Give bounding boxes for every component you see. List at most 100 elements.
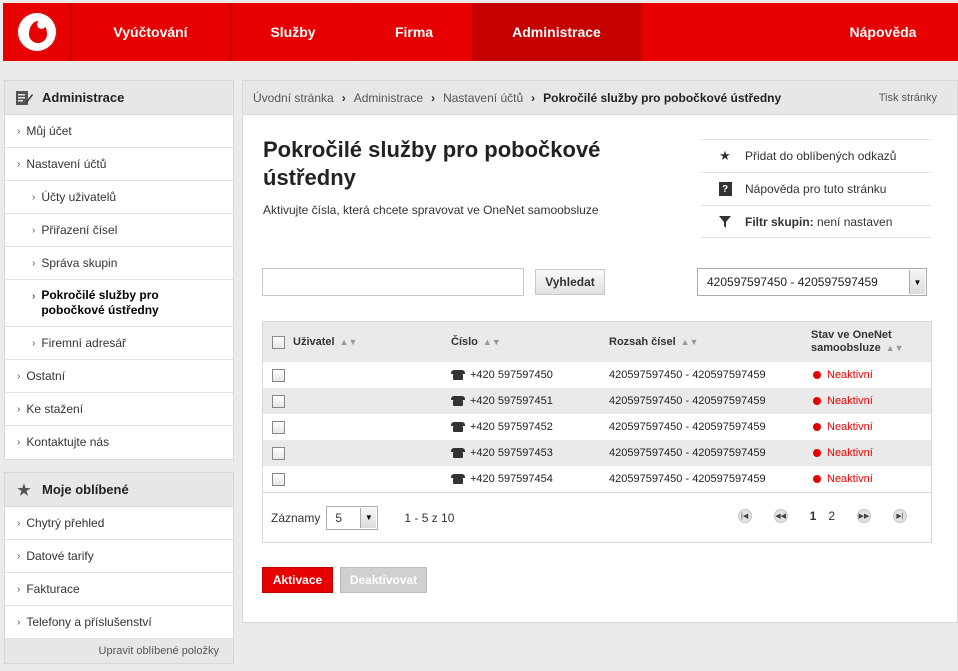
chevron-right-icon: ›: [32, 291, 36, 302]
edit-document-icon: [15, 90, 33, 106]
records-count: 1 - 5 z 10: [404, 510, 455, 525]
dropdown-arrow-icon[interactable]: ▼: [360, 507, 377, 528]
phone-icon: [451, 370, 465, 380]
phone-icon: [451, 448, 465, 458]
sidebar-item-2[interactable]: › Účty uživatelů: [5, 181, 233, 214]
chevron-right-icon: ›: [17, 437, 21, 448]
cell-range: 420597597450 - 420597597459: [609, 473, 766, 485]
number-range-select[interactable]: 420597597450 - 420597597459 ▼: [697, 268, 927, 296]
deactivate-button[interactable]: Deaktivovat: [340, 567, 427, 593]
favorite-item-label: Fakturace: [26, 581, 80, 596]
chevron-right-icon: ›: [17, 616, 21, 628]
page-size-select[interactable]: 5 ▼: [326, 505, 379, 530]
chevron-right-icon: ›: [32, 257, 36, 269]
page-help-link[interactable]: ? Nápověda pro tuto stránku: [701, 172, 931, 205]
favorite-item-3[interactable]: › Telefony a příslušenství: [5, 606, 233, 639]
sidebar-item-1[interactable]: › Nastavení účtů: [5, 148, 233, 181]
group-filter-link[interactable]: Filtr skupin: není nastaven: [701, 205, 931, 238]
add-favorite-link[interactable]: ★ Přidat do oblíbených odkazů: [701, 139, 931, 172]
favorite-item-2[interactable]: › Fakturace: [5, 573, 233, 606]
sidebar-item-3[interactable]: › Přiřazení čísel: [5, 214, 233, 247]
filter-label: Filtr skupin:: [745, 214, 814, 229]
sidebar-item-7[interactable]: › Ostatní: [5, 360, 233, 393]
cell-number: +420 597597450: [470, 369, 553, 381]
sidebar-item-0[interactable]: › Můj účet: [5, 115, 233, 148]
favorites-menu: ★ Moje oblíbené › Chytrý přehled › Datové t…: [4, 472, 234, 664]
status-dot-icon: [813, 475, 821, 483]
nav-item-1[interactable]: Služby: [231, 3, 356, 61]
breadcrumb-separator-icon: ›: [341, 90, 346, 105]
main-menu: Vyúčtování Služby Firma Administrace: [71, 3, 641, 61]
phone-icon: [451, 474, 465, 484]
row-checkbox[interactable]: [271, 472, 285, 486]
next-page-icon[interactable]: ▶▶: [857, 509, 871, 523]
first-page-icon[interactable]: |◀: [737, 509, 752, 523]
nav-item-3[interactable]: Administrace: [473, 3, 641, 61]
status-dot-icon: [813, 397, 821, 405]
breadcrumb-administrace[interactable]: Administrace: [354, 91, 423, 105]
admin-menu-header: Administrace: [5, 81, 233, 115]
chevron-right-icon: ›: [32, 191, 36, 203]
column-number[interactable]: Číslo ▲▼: [451, 336, 609, 348]
sidebar-item-9[interactable]: › Kontaktujte nás: [5, 426, 233, 459]
chevron-right-icon: ›: [32, 337, 36, 349]
table-body: +420 597597450 420597597450 - 42059759745…: [263, 362, 931, 492]
page-number-1[interactable]: 1: [810, 509, 817, 523]
chevron-right-icon: ›: [17, 550, 21, 562]
sort-icon: ▲▼: [885, 343, 904, 353]
sidebar-item-8[interactable]: › Ke stažení: [5, 393, 233, 426]
page-description: Aktivujte čísla, která chcete spravovat …: [263, 203, 599, 217]
prev-page-icon[interactable]: ◀◀: [773, 509, 788, 523]
page-number-2[interactable]: 2: [828, 509, 835, 523]
row-checkbox[interactable]: [271, 420, 285, 434]
help-icon: ?: [717, 182, 733, 196]
column-status[interactable]: Stav ve OneNet samoobsluze ▲▼: [811, 329, 906, 355]
numbers-table: Uživatel ▲▼ Číslo ▲▼ Rozsah čísel ▲▼ Stav v…: [262, 321, 932, 543]
row-checkbox[interactable]: [271, 394, 285, 408]
row-checkbox[interactable]: [271, 368, 285, 382]
favorite-item-0[interactable]: › Chytrý přehled: [5, 507, 233, 540]
print-page-link[interactable]: Tisk stránky: [879, 92, 937, 104]
chevron-right-icon: ›: [17, 517, 21, 529]
favorites-title: Moje oblíbené: [42, 482, 129, 497]
sort-icon: ▲▼: [482, 337, 501, 347]
column-user[interactable]: Uživatel ▲▼: [293, 336, 451, 348]
pagination: |◀ ◀◀ 12 ▶▶ ▶|: [730, 509, 915, 523]
breadcrumb-separator-icon: ›: [431, 90, 436, 105]
page-actions: ★ Přidat do oblíbených odkazů ? Nápověda…: [701, 139, 931, 238]
search-input[interactable]: [262, 268, 524, 296]
nav-help[interactable]: Nápověda: [808, 3, 958, 61]
cell-number: +420 597597452: [470, 421, 553, 433]
dropdown-arrow-icon[interactable]: ▼: [909, 270, 925, 294]
breadcrumb-nastaveni[interactable]: Nastavení účtů: [443, 91, 523, 105]
favorite-item-1[interactable]: › Datové tarify: [5, 540, 233, 573]
star-icon: ★: [17, 481, 31, 499]
sidebar-item-6[interactable]: › Firemní adresář: [5, 327, 233, 360]
admin-menu-title: Administrace: [42, 90, 125, 105]
last-page-icon[interactable]: ▶|: [893, 509, 907, 523]
column-range[interactable]: Rozsah čísel ▲▼: [609, 336, 811, 348]
breadcrumb-home[interactable]: Úvodní stránka: [253, 91, 334, 105]
vodafone-logo[interactable]: [3, 3, 71, 61]
star-icon: ★: [719, 148, 731, 163]
sidebar-item-4[interactable]: › Správa skupin: [5, 247, 233, 280]
search-button[interactable]: Vyhledat: [535, 269, 605, 295]
row-checkbox[interactable]: [271, 446, 285, 460]
activate-button[interactable]: Aktivace: [262, 567, 333, 593]
cell-status: Neaktivní: [827, 473, 873, 485]
cell-status: Neaktivní: [827, 421, 873, 433]
nav-item-2[interactable]: Firma: [356, 3, 473, 61]
breadcrumb-separator-icon: ›: [531, 90, 536, 105]
admin-menu-items: › Můj účet › Nastavení účtů › Účty uživatelů ›…: [5, 115, 233, 459]
number-range-value: 420597597450 - 420597597459: [707, 275, 878, 289]
nav-item-0[interactable]: Vyúčtování: [71, 3, 231, 61]
sidebar-item-label: Přiřazení čísel: [41, 222, 118, 237]
select-all-checkbox[interactable]: [271, 335, 285, 349]
cell-status: Neaktivní: [827, 395, 873, 407]
table-header: Uživatel ▲▼ Číslo ▲▼ Rozsah čísel ▲▼ Stav v…: [263, 322, 931, 362]
status-dot-icon: [813, 449, 821, 457]
filter-value: není nastaven: [813, 214, 893, 229]
sidebar-item-5[interactable]: › Pokročilé služby pro pobočkové ústředny: [5, 280, 233, 327]
edit-favorites-link[interactable]: Upravit oblíbené položky: [5, 639, 233, 663]
status-dot-icon: [813, 423, 821, 431]
